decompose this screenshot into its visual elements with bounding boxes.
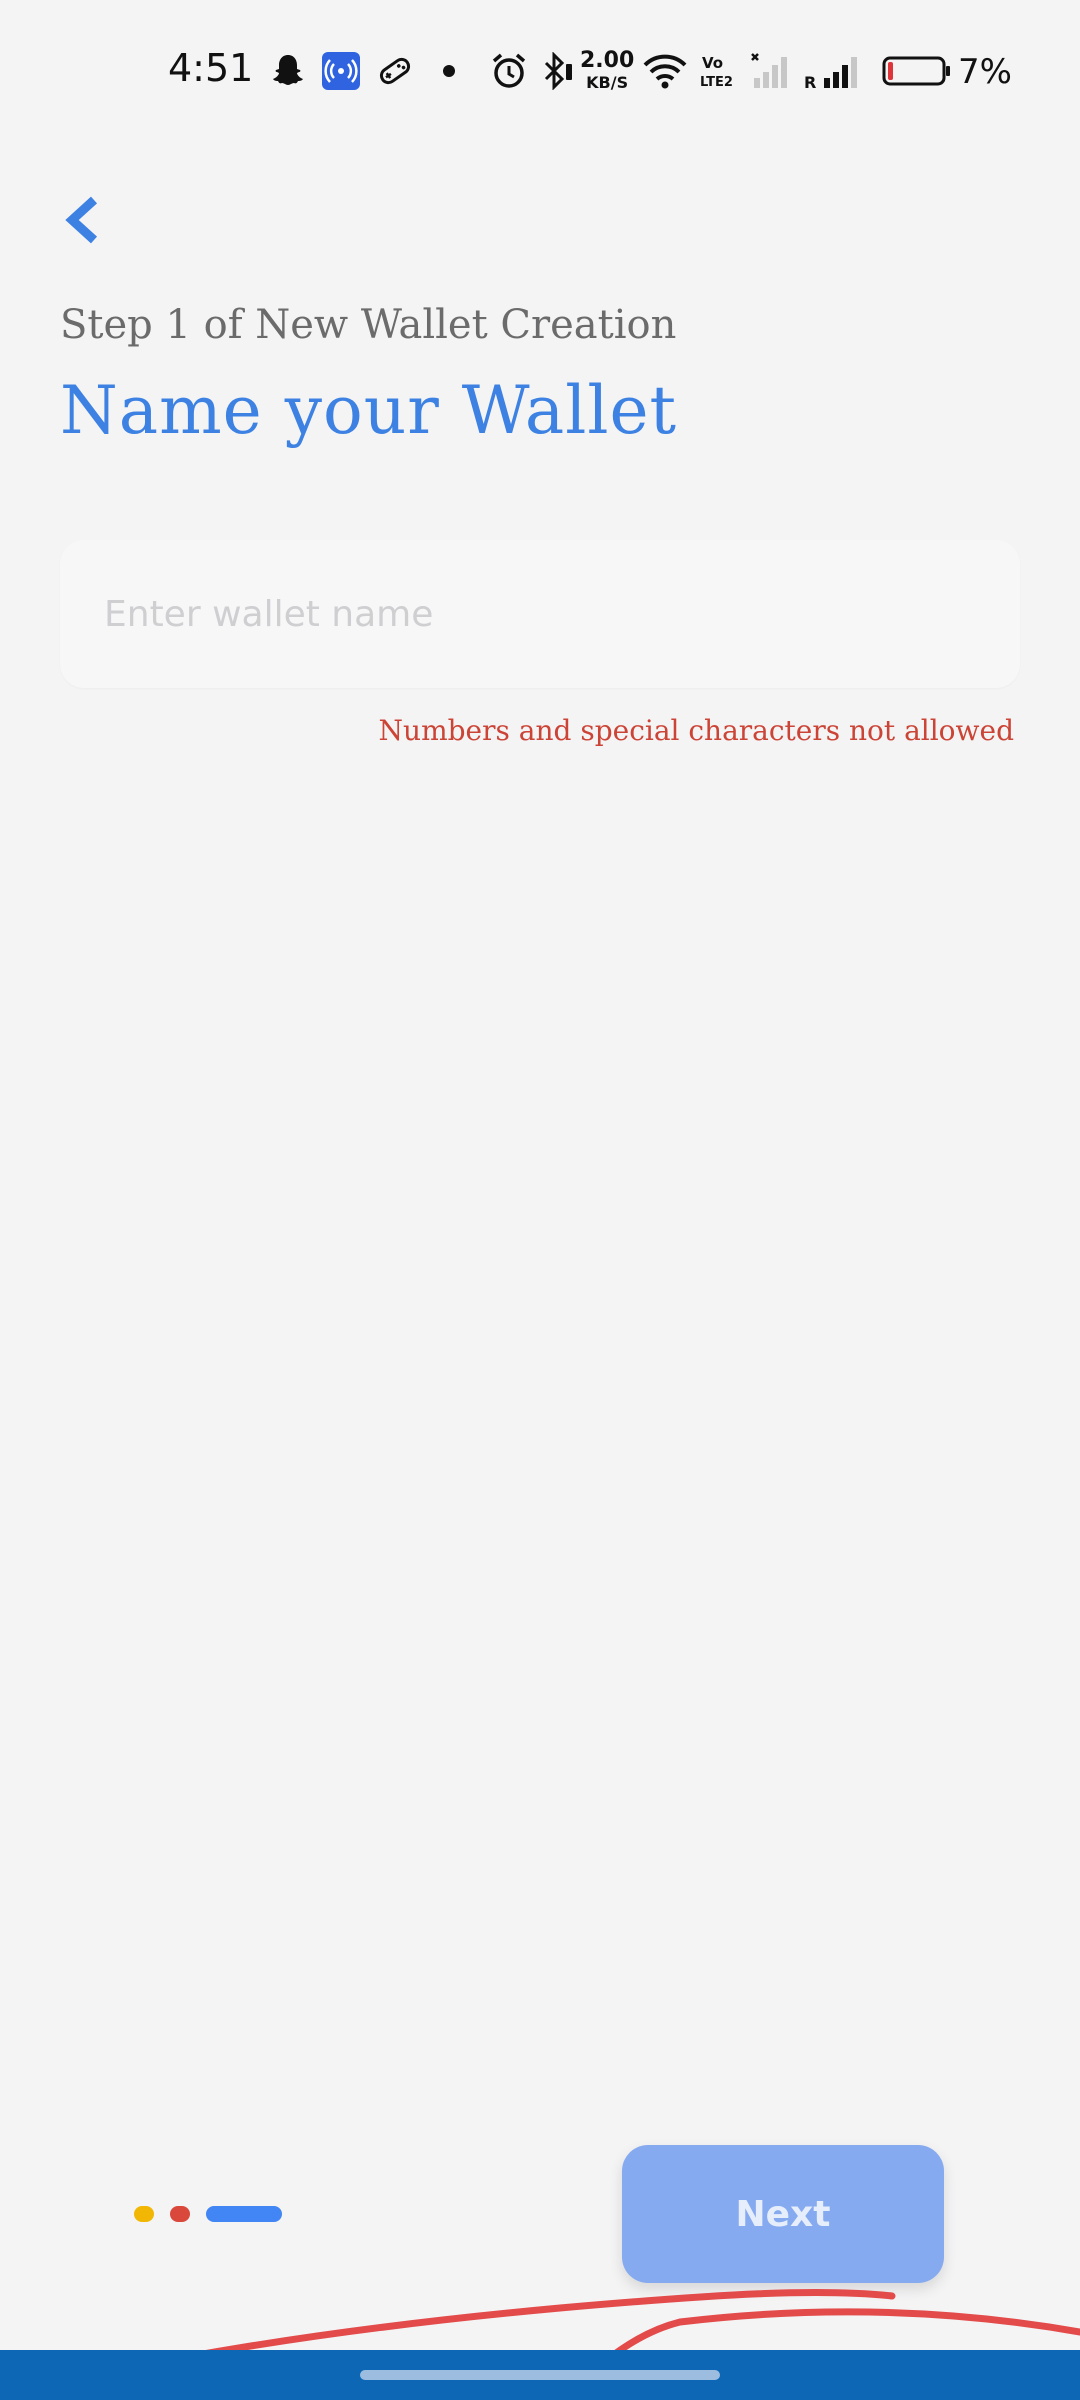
battery-percent: 7% [958, 52, 1012, 92]
navigation-bar [0, 2350, 1080, 2400]
signal-icon [751, 53, 787, 88]
svg-text:LTE2: LTE2 [700, 75, 733, 90]
snapchat-icon [273, 55, 303, 85]
alarm-icon [492, 53, 526, 88]
game-icon [379, 57, 411, 85]
back-button[interactable] [52, 180, 112, 260]
progress-dot-1 [134, 2206, 154, 2222]
step-label: Step 1 of New Wallet Creation [60, 302, 677, 348]
battery-icon [882, 56, 950, 86]
notification-dot-icon [443, 65, 455, 77]
svg-text:Vo: Vo [702, 54, 723, 72]
network-speed-unit: KB/S [586, 73, 629, 92]
home-gesture-handle[interactable] [360, 2370, 720, 2380]
progress-dot-2 [170, 2206, 190, 2222]
status-bar: 4:51 2.00 KB/S Vo LTE2 R 7% [0, 0, 1080, 140]
volte-icon: Vo LTE2 [700, 54, 733, 90]
validation-error-message: Numbers and special characters not allow… [378, 714, 1014, 747]
network-speed-value: 2.00 [580, 48, 635, 73]
network-speed: 2.00 KB/S [580, 50, 634, 94]
page-title: Name your Wallet [60, 372, 678, 449]
svg-text:R: R [804, 73, 816, 90]
bluetooth-icon [544, 52, 572, 90]
progress-dot-active [206, 2206, 282, 2222]
next-button[interactable]: Next [622, 2145, 944, 2283]
signal-roaming-icon: R [804, 57, 857, 90]
hotspot-icon [322, 52, 360, 90]
wallet-name-input[interactable] [60, 540, 1020, 688]
status-time: 4:51 [168, 46, 254, 90]
chevron-left-icon [65, 196, 98, 244]
wifi-icon [643, 54, 687, 89]
